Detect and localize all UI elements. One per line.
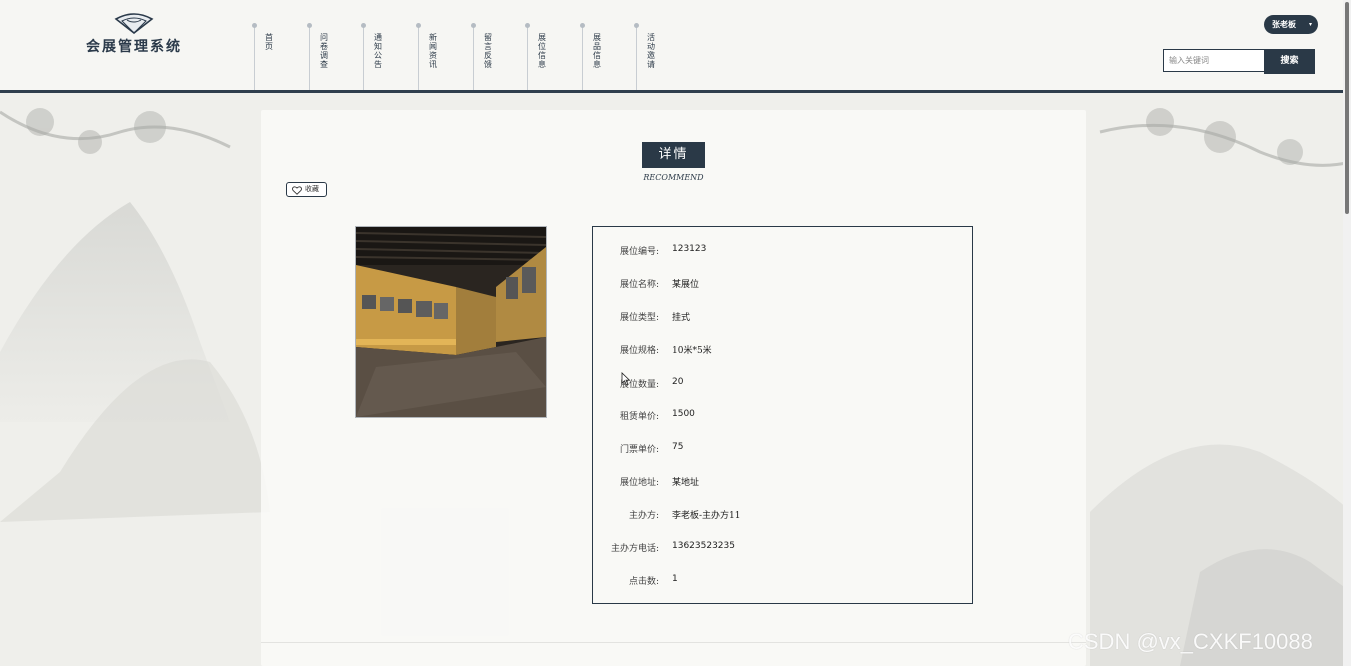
info-value: 1 — [672, 574, 678, 584]
info-value: 李老板-主办方11 — [672, 511, 741, 521]
search-button[interactable]: 搜索 — [1264, 49, 1315, 74]
nav-item-exhibit-info[interactable]: 展品信息 — [580, 23, 637, 90]
info-label: 点击数: — [628, 577, 659, 587]
nav-item-label: 首页 — [265, 33, 273, 51]
scrollbar-thumb[interactable] — [1345, 2, 1349, 214]
nav-item-news[interactable]: 新闻资讯 — [416, 23, 473, 90]
info-row-booth-name: 展位名称: 某展位 — [593, 277, 972, 291]
panel-divider — [261, 642, 1086, 643]
nav-item-label: 通知公告 — [374, 33, 382, 69]
fan-icon — [114, 13, 154, 34]
info-value: 挂式 — [672, 313, 691, 323]
search-input[interactable] — [1163, 49, 1265, 72]
info-row-booth-address: 展位地址: 某地址 — [593, 475, 972, 489]
nav-item-label: 展品信息 — [593, 33, 601, 69]
heart-icon — [292, 186, 302, 195]
info-value: 13623523235 — [672, 541, 735, 551]
info-label: 主办方电话: — [610, 544, 659, 554]
header-divider — [0, 90, 1351, 93]
info-label: 主办方: — [628, 511, 659, 521]
nav-item-label: 展位信息 — [538, 33, 546, 69]
info-row-ticket-price: 门票单价: 75 — [593, 442, 972, 456]
info-value: 某展位 — [672, 280, 700, 290]
info-label: 展位编号: — [619, 247, 659, 257]
site-header: 会展管理系统 首页 问卷调查 通知公告 新闻资讯 留言反馈 展位信息 展品信息 … — [0, 0, 1351, 90]
nav-item-label: 新闻资讯 — [429, 33, 437, 69]
info-label: 展位名称: — [619, 280, 659, 290]
info-label: 展位规格: — [619, 346, 659, 356]
user-name: 张老板 — [1272, 19, 1296, 29]
info-value: 某地址 — [672, 478, 700, 488]
app-title: 会展管理系统 — [86, 39, 182, 55]
info-label: 租赁单价: — [619, 412, 659, 422]
info-value: 75 — [672, 442, 684, 452]
favorite-label: 收藏 — [305, 185, 319, 193]
favorite-button[interactable]: 收藏 — [286, 182, 327, 197]
mouse-cursor-icon — [621, 372, 631, 386]
info-value: 1500 — [672, 409, 695, 419]
info-label: 展位地址: — [619, 478, 659, 488]
page-subtitle: RECOMMEND — [643, 173, 704, 182]
info-row-organizer-phone: 主办方电话: 13623523235 — [593, 541, 972, 555]
info-value: 20 — [672, 377, 684, 387]
nav-item-label: 活动邀请 — [647, 33, 655, 69]
info-row-booth-number: 展位编号: 123123 — [593, 244, 972, 258]
info-label: 展位类型: — [619, 313, 659, 323]
info-value: 123123 — [672, 244, 707, 254]
nav-item-label: 留言反馈 — [484, 33, 492, 69]
nav-item-home[interactable]: 首页 — [252, 23, 309, 90]
nav-item-label: 问卷调查 — [320, 33, 328, 69]
booth-info-card: 展位编号: 123123 展位名称: 某展位 展位类型: 挂式 展位规格: 10… — [592, 226, 973, 604]
logo[interactable]: 会展管理系统 — [86, 12, 182, 56]
watermark: CSDN @vx_CXKF10088 — [1068, 629, 1313, 654]
info-row-booth-spec: 展位规格: 10米*5米 — [593, 343, 972, 357]
nav-item-booth-info[interactable]: 展位信息 — [525, 23, 582, 90]
info-row-booth-quantity: 展位数量: 20 — [593, 377, 972, 391]
user-menu-button[interactable]: 张老板 ▾ — [1264, 15, 1318, 34]
info-row-click-count: 点击数: 1 — [593, 574, 972, 588]
info-row-booth-type: 展位类型: 挂式 — [593, 310, 972, 324]
info-row-rental-price: 租赁单价: 1500 — [593, 409, 972, 423]
info-row-organizer: 主办方: 李老板-主办方11 — [593, 508, 972, 522]
detail-panel: 详情 RECOMMEND 收藏 展位编号: 123123 展位名称: 某展位 展… — [261, 110, 1086, 666]
booth-photo — [355, 226, 547, 418]
nav-item-notices[interactable]: 通知公告 — [361, 23, 418, 90]
nav-item-feedback[interactable]: 留言反馈 — [471, 23, 528, 90]
info-value: 10米*5米 — [672, 346, 712, 356]
nav-item-invitations[interactable]: 活动邀请 — [634, 23, 691, 90]
page-title: 详情 — [642, 142, 705, 168]
page-scrollbar[interactable] — [1343, 0, 1351, 666]
info-label: 门票单价: — [619, 445, 659, 455]
caret-down-icon: ▾ — [1308, 21, 1312, 28]
nav-item-survey[interactable]: 问卷调查 — [307, 23, 364, 90]
